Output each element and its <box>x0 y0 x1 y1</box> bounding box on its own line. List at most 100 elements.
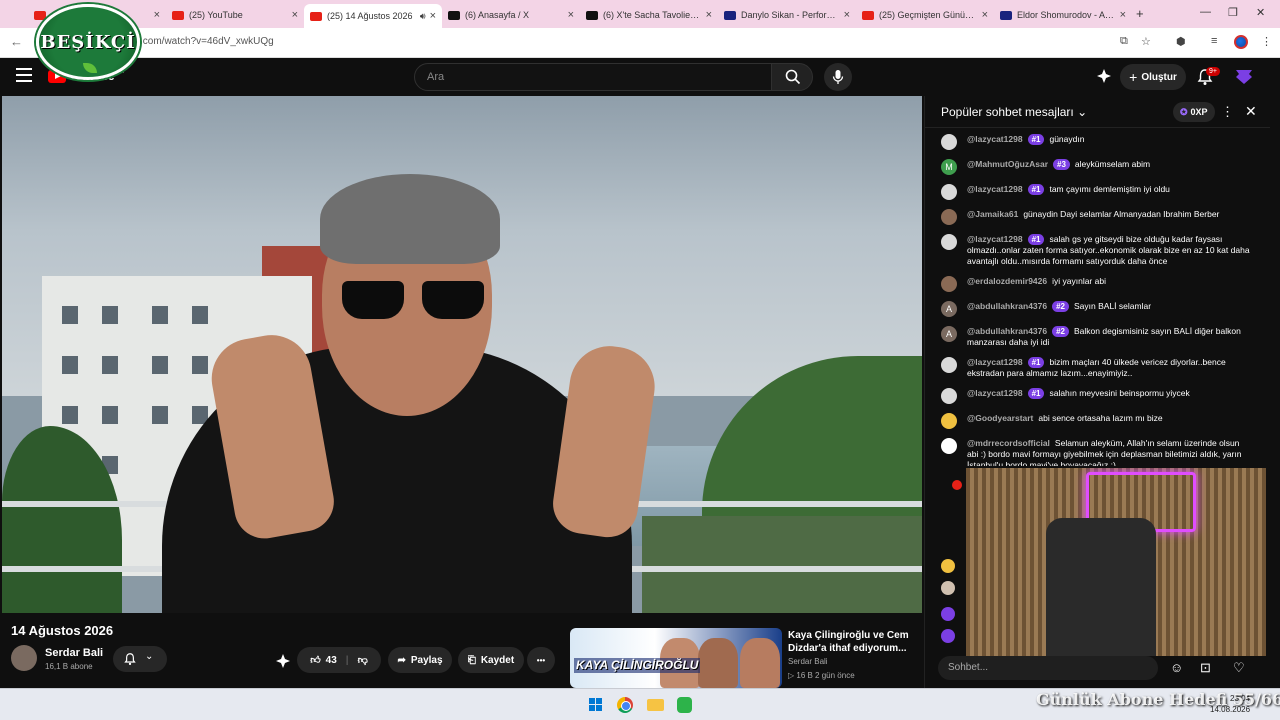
chat-author-avatar[interactable] <box>941 209 957 225</box>
chat-author-avatar[interactable]: M <box>941 159 957 175</box>
chat-message[interactable]: @lazycat1298 #1 tam çayımı demlemiştim iyi… <box>925 182 1261 202</box>
chat-author-name[interactable]: @lazycat1298 <box>967 234 1023 244</box>
close-chat-icon[interactable]: ✕ <box>1245 103 1257 120</box>
chat-author-name[interactable]: @erdalozdemir9426 <box>967 276 1047 286</box>
close-tab-icon[interactable]: × <box>292 9 298 21</box>
save-button[interactable]: ⎗ Kaydet <box>458 647 524 673</box>
chat-author-avatar[interactable] <box>941 134 957 150</box>
windows-start-icon[interactable] <box>589 698 603 712</box>
ask-ai-sparkle-icon[interactable] <box>275 653 291 669</box>
chat-author-name[interactable]: @abdullahkran4376 <box>967 301 1047 311</box>
video-player[interactable] <box>2 96 922 613</box>
close-tab-icon[interactable]: × <box>430 10 436 22</box>
thumbs-up-icon[interactable]: 👍︎ <box>310 654 320 666</box>
channel-name[interactable]: Serdar Bali <box>45 647 103 659</box>
like-count[interactable]: 43 <box>326 655 337 666</box>
chat-message[interactable]: @erdalozdemir9426 iyi yayınlar abi <box>925 274 1261 294</box>
bookmark-star-icon[interactable]: ☆ <box>1141 35 1151 48</box>
gemini-sparkle-icon[interactable] <box>1096 68 1112 84</box>
chat-mode-selector[interactable]: Popüler sohbet mesajları ⌄ <box>941 105 1087 119</box>
emoji-icon[interactable]: ☺ <box>1170 660 1183 675</box>
audio-playing-icon[interactable]: 🔊︎ <box>420 11 426 22</box>
close-window-icon[interactable]: ✕ <box>1256 6 1265 19</box>
channel-avatar[interactable] <box>11 645 37 671</box>
app-icon[interactable] <box>677 697 692 713</box>
profile-avatar[interactable] <box>1234 35 1248 49</box>
super-chat-icon[interactable]: ⊡ <box>1200 660 1211 676</box>
chat-message[interactable]: @lazycat1298 #1 salah gs ye gitseydi bize … <box>925 232 1261 269</box>
minimize-icon[interactable]: — <box>1200 6 1211 18</box>
browser-tab[interactable]: (25) 14 Ağustos 2026 🔊︎ × <box>304 4 442 28</box>
chat-author-avatar[interactable] <box>941 184 957 200</box>
chat-author-name[interactable]: @lazycat1298 <box>967 357 1023 367</box>
browser-tab[interactable]: (25) Geçmişten Günümüz × <box>856 4 994 26</box>
maximize-icon[interactable]: ❐ <box>1228 6 1238 19</box>
chat-author-name[interactable]: @abdullahkran4376 <box>967 326 1047 336</box>
chat-message[interactable]: @lazycat1298 #1 günaydın <box>925 132 1261 152</box>
back-arrow-icon[interactable]: ← <box>10 34 23 49</box>
recommended-thumbnail[interactable]: KAYA ÇİLİNGİROĞLU <box>570 628 782 688</box>
chat-author-avatar[interactable]: A <box>941 326 957 342</box>
chat-author-name[interactable]: @lazycat1298 <box>967 184 1023 194</box>
chat-author-name[interactable]: @lazycat1298 <box>967 388 1023 398</box>
chat-author-avatar[interactable] <box>941 276 957 292</box>
chat-author-name[interactable]: @Jamaika61 <box>967 209 1018 219</box>
close-tab-icon[interactable]: × <box>1120 9 1126 21</box>
file-explorer-icon[interactable] <box>647 699 664 711</box>
chat-message[interactable]: M @MahmutOğuzAsar #3 aleykümselam abim <box>925 157 1261 177</box>
browser-tab[interactable]: (6) Anasayfa / X × <box>442 4 580 26</box>
extensions-icon[interactable]: ⬢ <box>1176 35 1186 48</box>
create-button[interactable]: + Oluştur <box>1120 64 1186 90</box>
hamburger-menu-icon[interactable] <box>16 68 32 82</box>
close-tab-icon[interactable]: × <box>982 9 988 21</box>
subscription-bell-button[interactable]: ⌄ <box>113 646 167 672</box>
xp-badge[interactable]: ✪ 0XP <box>1173 102 1215 122</box>
browser-tab[interactable]: Eldor Shomurodov - Ayrıı × <box>994 4 1132 26</box>
search-button[interactable] <box>771 63 813 91</box>
chat-message[interactable]: @Goodyearstart abi sence ortasaha lazım m… <box>925 411 1261 431</box>
chat-input[interactable]: Sohbet... <box>938 656 1158 680</box>
share-button[interactable]: ➦ Paylaş <box>388 647 452 673</box>
chat-message[interactable]: @Jamaika61 günaydin Dayi selamlar Almanya… <box>925 207 1261 227</box>
close-tab-icon[interactable]: × <box>154 9 160 21</box>
chat-message[interactable]: @lazycat1298 #1 bizim maçları 40 ülkede ve… <box>925 355 1261 381</box>
chat-message-text: günaydin Dayi selamlar Almanyadan Ibrahi… <box>1023 209 1220 219</box>
account-avatar-icon[interactable] <box>1236 70 1252 84</box>
chat-author-name[interactable]: @Goodyearstart <box>967 413 1033 423</box>
search-input[interactable]: Ara <box>414 63 772 91</box>
browser-tab[interactable]: Danylo Sikan - Performan × <box>718 4 856 26</box>
chat-author-name[interactable]: @mdrrecordsofficial <box>967 438 1050 448</box>
close-tab-icon[interactable]: × <box>568 9 574 21</box>
chat-message[interactable]: @lazycat1298 #1 salahın meyvesini beinspor… <box>925 386 1261 406</box>
close-tab-icon[interactable]: × <box>844 9 850 21</box>
address-bar: ← .com/watch?v=46dV_xwkUQg ⧉ ☆ ⬢ ≡ ⋮ <box>0 28 1280 58</box>
chat-author-name[interactable]: @lazycat1298 <box>967 134 1023 144</box>
heart-icon[interactable]: ♡ <box>1233 660 1245 676</box>
chat-author-avatar[interactable] <box>941 388 957 404</box>
browser-menu-icon[interactable]: ⋮ <box>1261 35 1272 48</box>
chrome-icon[interactable] <box>617 697 633 713</box>
recommended-title[interactable]: Kaya Çilingiroğlu ve Cem Dizdar'a ithaf … <box>788 629 916 655</box>
x-favicon-icon <box>586 10 598 20</box>
chat-author-name[interactable]: @MahmutOğuzAsar <box>967 159 1048 169</box>
close-tab-icon[interactable]: × <box>706 9 712 21</box>
chat-message[interactable]: A @abdullahkran4376 #2 Sayın BALİ selamlar <box>925 299 1261 319</box>
recommended-channel[interactable]: Serdar Bali <box>788 657 828 666</box>
chat-author-avatar[interactable] <box>941 357 957 373</box>
chat-more-icon[interactable]: ⋮ <box>1221 104 1234 120</box>
chat-author-avatar[interactable] <box>941 413 957 429</box>
chat-author-avatar[interactable] <box>941 234 957 250</box>
chat-message[interactable]: A @abdullahkran4376 #2 Balkon degismisiniz … <box>925 324 1261 350</box>
voice-search-button[interactable] <box>824 63 852 91</box>
url-field[interactable]: .com/watch?v=46dV_xwkUQg <box>140 36 274 47</box>
thumbs-down-icon[interactable]: 👎︎ <box>358 654 368 666</box>
more-actions-button[interactable]: ••• <box>527 647 555 673</box>
browser-tab[interactable]: (6) X'te Sacha Tavolieri: " × <box>580 4 718 26</box>
chat-author-avatar[interactable] <box>941 438 957 454</box>
new-tab-button[interactable]: + <box>1136 6 1144 21</box>
chat-author-avatar[interactable]: A <box>941 301 957 317</box>
media-control-icon[interactable]: ≡ <box>1211 35 1217 47</box>
cast-icon[interactable]: ⧉ <box>1120 35 1128 48</box>
browser-tab[interactable]: (25) YouTube × <box>166 4 304 26</box>
chat-message[interactable]: @mdrrecordsofficial Selamun aleyküm, Alla… <box>925 436 1261 466</box>
